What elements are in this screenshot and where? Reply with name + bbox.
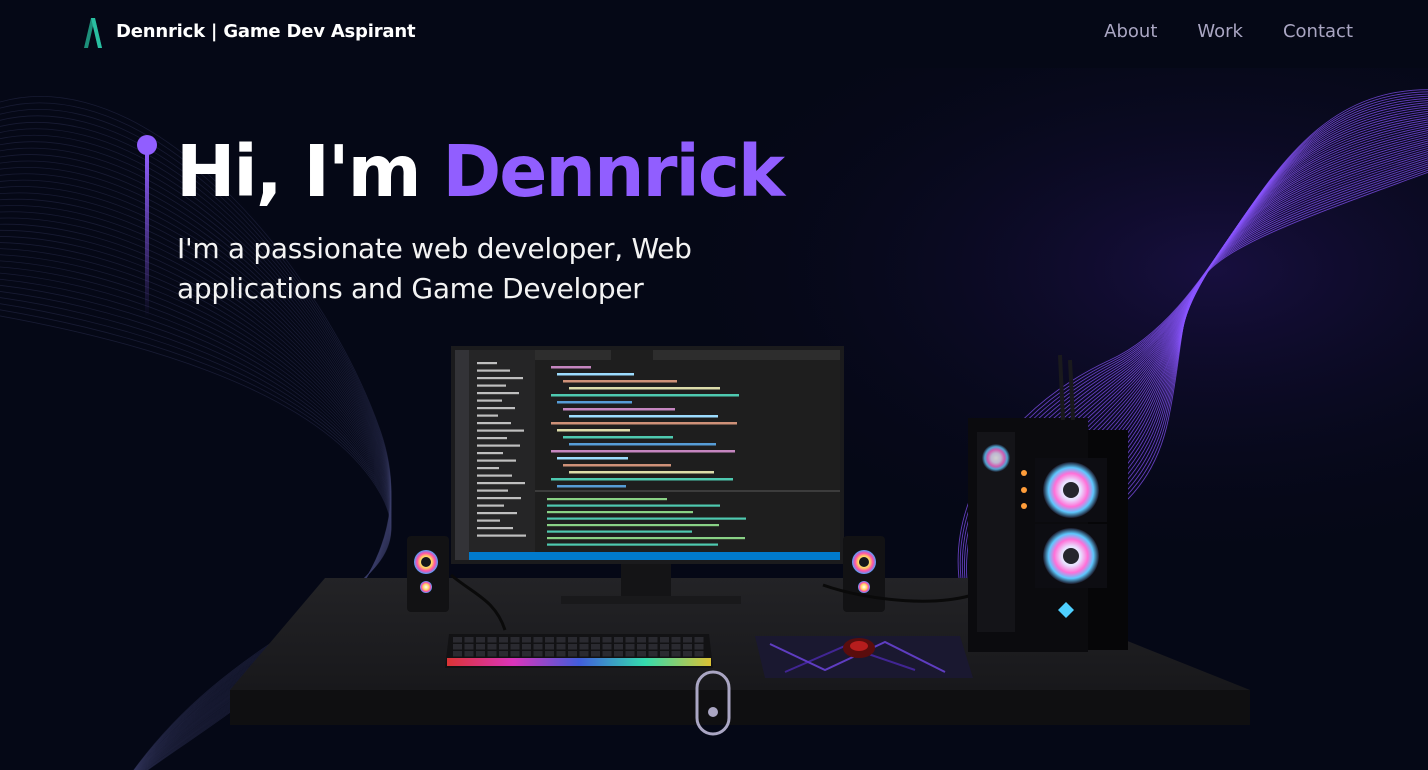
logo-icon[interactable] — [82, 18, 104, 48]
nav-links: About Work Contact — [1104, 21, 1353, 42]
nav-link-work[interactable]: Work — [1197, 21, 1243, 42]
desktop-pc-scene[interactable] — [225, 340, 1260, 730]
nav-link-contact[interactable]: Contact — [1283, 21, 1353, 42]
hero-accent-line — [137, 135, 157, 317]
brand[interactable]: Dennrick | Game Dev Aspirant — [116, 21, 416, 42]
hero-greeting: Hi, I'm — [176, 130, 443, 213]
hero-subtitle: I'm a passionate web developer, Web appl… — [177, 232, 692, 305]
nav-link-about[interactable]: About — [1104, 21, 1157, 42]
hero-title: Hi, I'm Dennrick — [176, 122, 785, 222]
brand-tagline: | Game Dev Aspirant — [210, 21, 416, 42]
scroll-indicator-icon[interactable] — [695, 670, 731, 736]
brand-name: Dennrick — [116, 21, 205, 42]
hero-name: Dennrick — [442, 130, 785, 213]
navbar: Dennrick | Game Dev Aspirant About Work C… — [0, 0, 1428, 68]
page: Dennrick | Game Dev Aspirant About Work C… — [0, 0, 1428, 770]
